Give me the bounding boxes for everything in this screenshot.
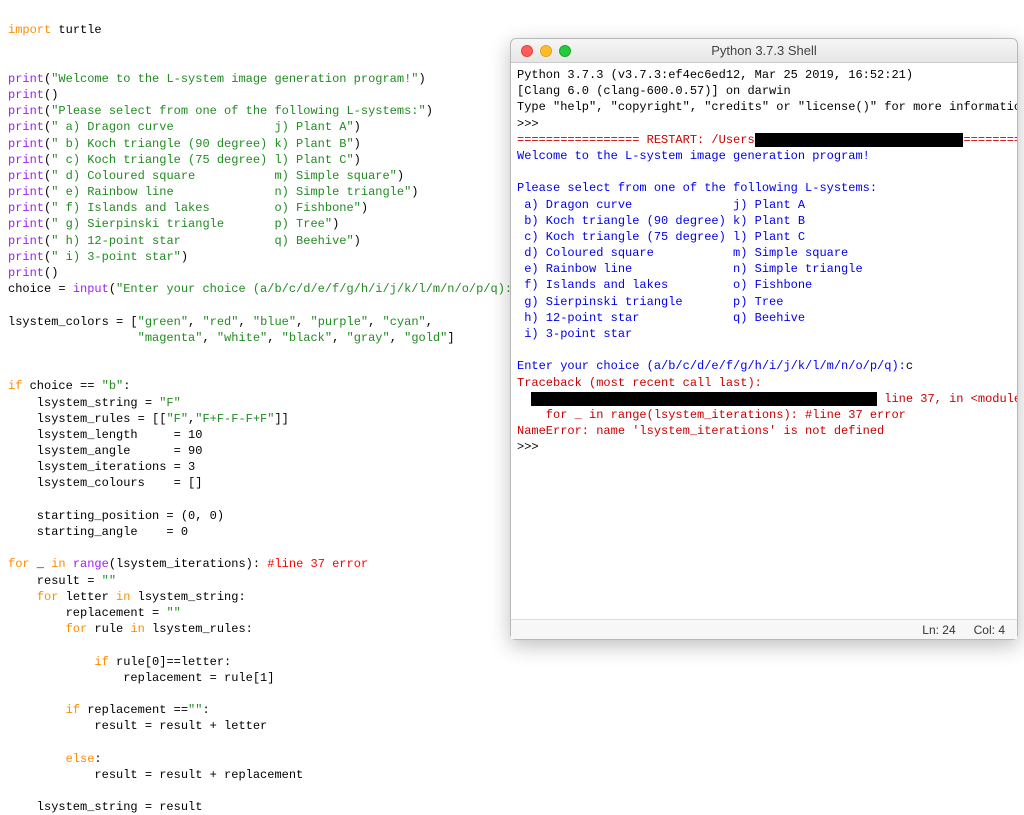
redacted-file: xxxxxxxxxxxxxxxxxxxxxxxxxxxxxxxxxxxxxxxx… [531, 392, 877, 406]
status-bar: Ln: 24 Col: 4 [511, 619, 1017, 639]
shell-output[interactable]: Python 3.7.3 (v3.7.3:ef4ec6ed12, Mar 25 … [511, 63, 1017, 619]
traceback-header: Traceback (most recent call last): [517, 376, 762, 390]
prompt: >>> [517, 440, 539, 454]
python-shell-window: Python 3.7.3 Shell Python 3.7.3 (v3.7.3:… [510, 38, 1018, 640]
line-indicator: Ln: 24 [922, 623, 955, 637]
module-name: turtle [58, 23, 101, 37]
col-indicator: Col: 4 [974, 623, 1005, 637]
redacted-path: xxxxxxxxxxxxxxxxxxxxxxxxxxxxx [755, 133, 964, 147]
error-message: NameError: name 'lsystem_iterations' is … [517, 424, 884, 438]
fn-print: print [8, 72, 44, 86]
keyword: import [8, 23, 51, 37]
user-input: c [906, 359, 913, 373]
titlebar[interactable]: Python 3.7.3 Shell [511, 39, 1017, 63]
window-title: Python 3.7.3 Shell [511, 43, 1017, 58]
code-editor[interactable]: import turtle print("Welcome to the L-sy… [0, 0, 510, 672]
error-comment: #line 37 error [267, 557, 368, 571]
